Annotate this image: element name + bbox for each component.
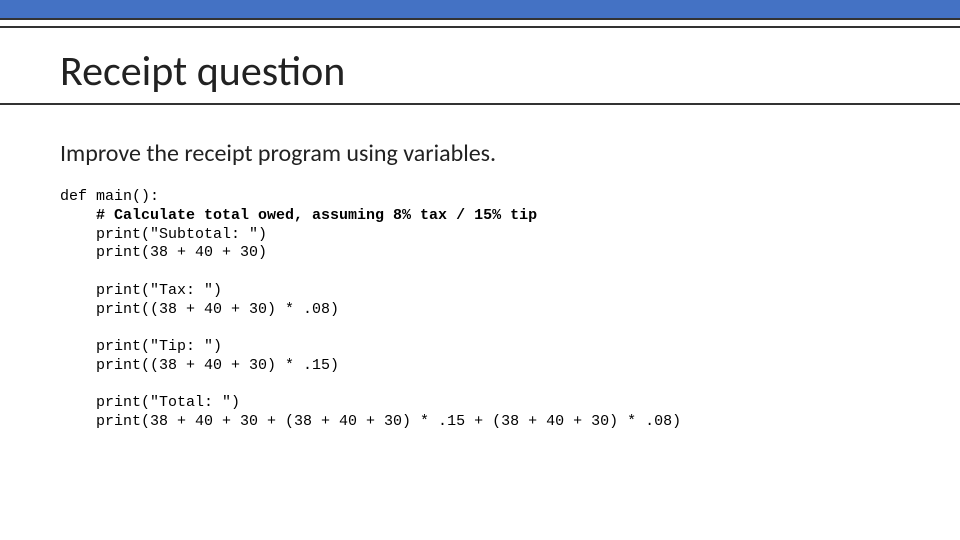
code-line: print("Total: ")	[60, 394, 240, 411]
code-line: print((38 + 40 + 30) * .15)	[60, 357, 339, 374]
code-line: def main():	[60, 188, 159, 205]
accent-bar	[0, 0, 960, 20]
prompt-text: Improve the receipt program using variab…	[60, 139, 900, 168]
code-block: def main(): # Calculate total owed, assu…	[60, 188, 900, 432]
code-line: print("Subtotal: ")	[60, 226, 267, 243]
code-line: print(38 + 40 + 30 + (38 + 40 + 30) * .1…	[60, 413, 681, 430]
body-area: Improve the receipt program using variab…	[0, 105, 960, 432]
code-line: # Calculate total owed, assuming 8% tax …	[60, 207, 537, 224]
code-line: print("Tip: ")	[60, 338, 222, 355]
code-line: print(38 + 40 + 30)	[60, 244, 267, 261]
code-line: print((38 + 40 + 30) * .08)	[60, 301, 339, 318]
slide: Receipt question Improve the receipt pro…	[0, 0, 960, 540]
slide-title: Receipt question	[60, 46, 900, 97]
code-line: print("Tax: ")	[60, 282, 222, 299]
title-area: Receipt question	[0, 28, 960, 97]
